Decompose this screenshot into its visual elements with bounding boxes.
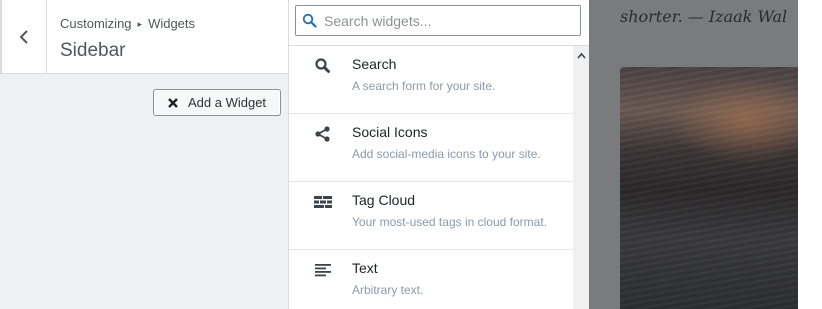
available-widgets-panel: Search A search form for your site. Soci…	[288, 0, 589, 309]
preview-edge	[798, 0, 822, 309]
search-input[interactable]	[324, 10, 574, 32]
page-title: Sidebar	[60, 40, 126, 61]
preview-quote: shorter. — Izaak Wal	[620, 7, 788, 26]
widget-description: A search form for your site.	[352, 79, 496, 93]
share-icon	[315, 126, 330, 142]
widget-item-text[interactable]: Text Arbitrary text.	[289, 250, 573, 309]
widget-item-search[interactable]: Search A search form for your site.	[289, 46, 573, 114]
widget-description: Your most-used tags in cloud format.	[352, 215, 547, 229]
breadcrumb-separator: ▸	[137, 19, 143, 29]
customizer-sidebar-panel: Customizing ▸ Widgets Sidebar Add a Widget	[0, 0, 288, 309]
breadcrumb-root: Customizing	[60, 16, 132, 31]
breadcrumb: Customizing ▸ Widgets	[60, 16, 195, 31]
widget-item-tag-cloud[interactable]: Tag Cloud Your most-used tags in cloud f…	[289, 182, 573, 250]
back-button[interactable]	[2, 0, 47, 73]
breadcrumb-current: Widgets	[148, 16, 196, 31]
scroll-up-button[interactable]	[573, 48, 589, 62]
site-preview: shorter. — Izaak Wal	[589, 0, 822, 309]
section-header: Customizing ▸ Widgets Sidebar	[0, 0, 288, 74]
widget-title: Search	[352, 56, 397, 72]
search-field[interactable]	[295, 5, 581, 36]
widget-list-scrollbar[interactable]	[573, 46, 589, 309]
widget-list: Search A search form for your site. Soci…	[289, 46, 573, 309]
text-lines-icon	[315, 264, 331, 277]
search-icon	[302, 13, 317, 28]
search-icon	[315, 58, 330, 73]
widget-item-social-icons[interactable]: Social Icons Add social-media icons to y…	[289, 114, 573, 182]
widget-description: Add social-media icons to your site.	[352, 147, 541, 161]
chevron-up-icon	[576, 52, 586, 59]
chevron-left-icon	[19, 29, 28, 44]
tag-cloud-icon	[314, 196, 332, 208]
widget-title: Tag Cloud	[352, 192, 416, 208]
widget-search-bar	[289, 0, 589, 46]
close-x-icon	[166, 96, 180, 110]
add-widget-button[interactable]: Add a Widget	[153, 89, 281, 116]
widget-title: Text	[352, 260, 378, 276]
add-widget-label: Add a Widget	[188, 95, 267, 110]
preview-ocean-photo	[620, 67, 800, 309]
widget-title: Social Icons	[352, 124, 428, 140]
widget-description: Arbitrary text.	[352, 283, 424, 297]
